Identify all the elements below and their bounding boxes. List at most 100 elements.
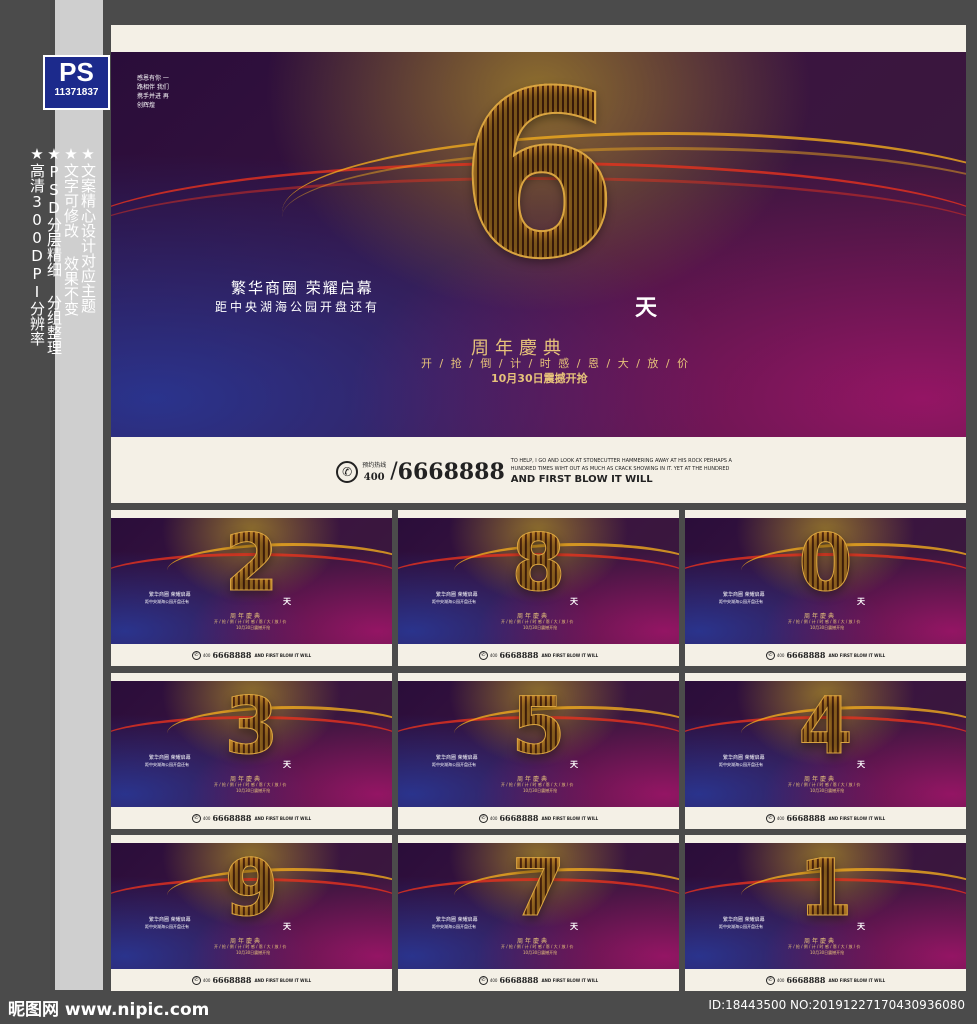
thumbnail-poster[interactable]: 1 天 繁华商圈 荣耀启幕 距中央湖海公园开盘还有 周年慶典 开 / 抢 / 倒…	[685, 835, 966, 991]
hotline-prefix: 400	[776, 977, 785, 983]
hotline-prefix: 400	[489, 652, 498, 658]
date-text: 10月30日震撼开抢	[491, 372, 588, 385]
phone-number: 6668888	[212, 650, 252, 660]
phone-number: 6668888	[212, 813, 252, 823]
day-unit: 天	[857, 922, 865, 931]
hotline-prefix: 400	[776, 652, 785, 658]
poster-art: 5 天 繁华商圈 荣耀启幕 距中央湖海公园开盘还有 周年慶典 开 / 抢 / 倒…	[398, 681, 679, 807]
headline: 繁华商圈 荣耀启幕	[149, 755, 191, 761]
day-unit: 天	[857, 760, 865, 769]
big-digit: 6	[457, 52, 619, 310]
main-poster: 感恩有你 一路相伴 我们携手并进 再创辉煌 6 天 繁华商圈 荣耀启幕 距中央湖…	[111, 25, 966, 503]
phone-number: 6668888	[212, 975, 252, 985]
phone-icon: ✆	[191, 650, 201, 660]
ps-id: 11371837	[54, 87, 99, 98]
contact-band: ✆ 400 6668888 AND FIRST BLOW IT WILL	[111, 969, 392, 991]
big-digit: 0	[798, 519, 853, 609]
subline: 距中央湖海公园开盘还有	[432, 762, 476, 767]
feature-list: ★文案精心设计对应主题 ★文字可修改 效果不变 ★PSD分层精细 分组整理 ★高…	[28, 145, 97, 355]
feature-item: ★高清300DPI分辨率	[28, 145, 46, 346]
thumbnail-poster[interactable]: 2 天 繁华商圈 荣耀启幕 距中央湖海公园开盘还有 周年慶典 开 / 抢 / 倒…	[111, 510, 392, 666]
headline: 繁华商圈 荣耀启幕	[723, 917, 765, 923]
phone-icon: ✆	[191, 813, 201, 823]
phone-number: 6668888	[786, 650, 826, 660]
subline: 距中央湖海公园开盘还有	[145, 599, 189, 604]
thumbnail-poster[interactable]: 0 天 繁华商圈 荣耀启幕 距中央湖海公园开盘还有 周年慶典 开 / 抢 / 倒…	[685, 510, 966, 666]
headline: 繁华商圈 荣耀启幕	[436, 592, 478, 598]
phone-number: 6668888	[499, 650, 539, 660]
ps-badge: PS 11371837	[43, 55, 110, 110]
poster-art: 9 天 繁华商圈 荣耀启幕 距中央湖海公园开盘还有 周年慶典 开 / 抢 / 倒…	[111, 843, 392, 969]
feature-item: ★文案精心设计对应主题	[79, 145, 97, 313]
headline: 繁华商圈 荣耀启幕	[723, 755, 765, 761]
big-digit: 7	[511, 844, 566, 934]
hotline-prefix: 400	[363, 472, 385, 483]
hotline-prefix: 400	[202, 977, 211, 983]
day-unit: 天	[283, 597, 291, 606]
subline: 距中央湖海公园开盘还有	[432, 599, 476, 604]
site-watermark: 昵图网 www.nipic.com	[8, 1000, 210, 1020]
contact-band: ✆ 400 6668888 AND FIRST BLOW IT WILL	[685, 807, 966, 829]
tagline: AND FIRST BLOW IT WILL	[828, 652, 886, 658]
big-digit: 5	[511, 682, 566, 772]
phone-icon: ✆	[478, 813, 488, 823]
contact-band: ✆ 400 6668888 AND FIRST BLOW IT WILL	[685, 969, 966, 991]
thumbnail-poster[interactable]: 4 天 繁华商圈 荣耀启幕 距中央湖海公园开盘还有 周年慶典 开 / 抢 / 倒…	[685, 673, 966, 829]
hotline-prefix: 400	[202, 815, 211, 821]
tagline: AND FIRST BLOW IT WILL	[254, 652, 312, 658]
poster-art: 8 天 繁华商圈 荣耀启幕 距中央湖海公园开盘还有 周年慶典 开 / 抢 / 倒…	[398, 518, 679, 644]
subline: 距中央湖海公园开盘还有	[145, 762, 189, 767]
day-unit: 天	[570, 760, 578, 769]
headline: 繁华商圈 荣耀启幕	[231, 279, 374, 297]
phone-icon: ✆	[765, 813, 775, 823]
date-text: 10月30日震撼开抢	[810, 625, 845, 630]
date-text: 10月30日震撼开抢	[236, 788, 271, 793]
big-digit: 3	[224, 682, 279, 772]
headline: 繁华商圈 荣耀启幕	[436, 755, 478, 761]
poster-art: 0 天 繁华商圈 荣耀启幕 距中央湖海公园开盘还有 周年慶典 开 / 抢 / 倒…	[685, 518, 966, 644]
poster-art: 3 天 繁华商圈 荣耀启幕 距中央湖海公园开盘还有 周年慶典 开 / 抢 / 倒…	[111, 681, 392, 807]
poster-art: 2 天 繁华商圈 荣耀启幕 距中央湖海公园开盘还有 周年慶典 开 / 抢 / 倒…	[111, 518, 392, 644]
tagline: AND FIRST BLOW IT WILL	[254, 977, 312, 983]
feature-item: ★PSD分层精细 分组整理	[45, 145, 63, 355]
phone-icon: ✆	[191, 975, 201, 985]
headline: 繁华商圈 荣耀启幕	[149, 592, 191, 598]
thumbnail-poster[interactable]: 7 天 繁华商圈 荣耀启幕 距中央湖海公园开盘还有 周年慶典 开 / 抢 / 倒…	[398, 835, 679, 991]
phone-icon: ✆	[765, 650, 775, 660]
big-digit: 9	[224, 844, 279, 934]
contact-band: ✆ 400 6668888 AND FIRST BLOW IT WILL	[685, 644, 966, 666]
day-unit: 天	[283, 922, 291, 931]
headline: 繁华商圈 荣耀启幕	[723, 592, 765, 598]
thumbnail-poster[interactable]: 3 天 繁华商圈 荣耀启幕 距中央湖海公园开盘还有 周年慶典 开 / 抢 / 倒…	[111, 673, 392, 829]
ps-logo: PS	[59, 57, 94, 87]
subline: 距中央湖海公园开盘还有	[719, 599, 763, 604]
date-text: 10月30日震撼开抢	[523, 625, 558, 630]
phone-icon: ✆	[336, 460, 359, 483]
tagline: AND FIRST BLOW IT WILL	[541, 977, 599, 983]
phone-icon: ✆	[478, 975, 488, 985]
day-unit: 天	[283, 760, 291, 769]
contact-band: ✆ 400 6668888 AND FIRST BLOW IT WILL	[398, 644, 679, 666]
thumbnail-poster[interactable]: 5 天 繁华商圈 荣耀启幕 距中央湖海公园开盘还有 周年慶典 开 / 抢 / 倒…	[398, 673, 679, 829]
date-text: 10月30日震撼开抢	[236, 625, 271, 630]
hotline-label: 预约热线	[362, 462, 387, 469]
big-digit: 2	[224, 519, 279, 609]
phone-icon: ✆	[478, 650, 488, 660]
feature-item: ★文字可修改 效果不变	[62, 145, 80, 316]
image-id: ID:18443500 NO:20191227170430936080	[708, 998, 965, 1012]
tagline: AND FIRST BLOW IT WILL	[828, 977, 886, 983]
contact-band: ✆ 400 6668888 AND FIRST BLOW IT WILL	[111, 644, 392, 666]
phone-icon: ✆	[765, 975, 775, 985]
poster-art: 7 天 繁华商圈 荣耀启幕 距中央湖海公园开盘还有 周年慶典 开 / 抢 / 倒…	[398, 843, 679, 969]
subline: 距中央湖海公园开盘还有	[719, 924, 763, 929]
hotline-prefix: 400	[489, 977, 498, 983]
thumbnail-poster[interactable]: 8 天 繁华商圈 荣耀启幕 距中央湖海公园开盘还有 周年慶典 开 / 抢 / 倒…	[398, 510, 679, 666]
poster-art: 感恩有你 一路相伴 我们携手并进 再创辉煌 6 天 繁华商圈 荣耀启幕 距中央湖…	[111, 52, 966, 437]
subline: 距中央湖海公园开盘还有	[719, 762, 763, 767]
phone-number: 6668888	[499, 813, 539, 823]
date-text: 10月30日震撼开抢	[523, 788, 558, 793]
big-digit: 8	[511, 519, 566, 609]
day-unit: 天	[635, 296, 658, 321]
day-unit: 天	[570, 597, 578, 606]
thumbnail-poster[interactable]: 9 天 繁华商圈 荣耀启幕 距中央湖海公园开盘还有 周年慶典 开 / 抢 / 倒…	[111, 835, 392, 991]
